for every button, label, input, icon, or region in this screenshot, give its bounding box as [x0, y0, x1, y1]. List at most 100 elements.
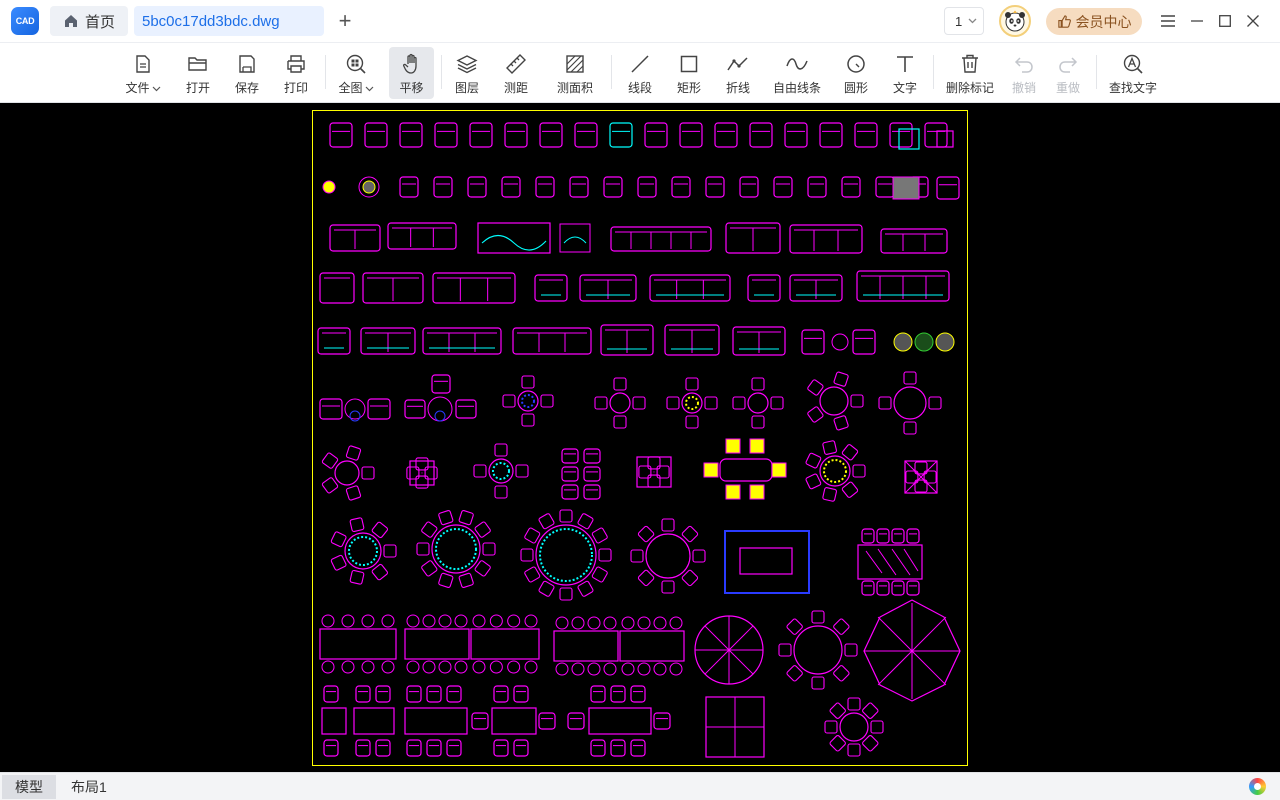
minimize-icon — [1191, 20, 1203, 22]
add-tab-button[interactable]: + — [332, 8, 358, 34]
tool-freehand-label: 自由线条 — [772, 81, 821, 95]
drawing-canvas[interactable] — [0, 103, 1280, 772]
line-icon — [631, 55, 649, 73]
tool-open[interactable]: 打开 — [176, 47, 220, 99]
drawing-border — [312, 110, 968, 766]
tool-measure-distance[interactable]: 测距 — [494, 47, 538, 99]
tab-model-label: 模型 — [15, 779, 43, 795]
tool-find-text-label: 查找文字 — [1108, 81, 1157, 95]
tool-redo-label: 重做 — [1055, 81, 1080, 95]
tool-delete-markup-label: 删除标记 — [945, 81, 994, 95]
chevron-down-icon — [365, 86, 373, 92]
tool-rectangle-label: 矩形 — [676, 81, 701, 95]
toolbar-divider — [933, 55, 934, 89]
tool-redo[interactable]: 重做 — [1046, 47, 1090, 99]
tab-current-file[interactable]: 5bc0c17dd3bdc.dwg — [134, 6, 324, 36]
tool-file-label: 文件 — [125, 81, 150, 95]
tab-layout1[interactable]: 布局1 — [58, 775, 120, 799]
ruler-icon — [506, 54, 526, 74]
layers-icon — [456, 55, 478, 74]
tool-line-label: 线段 — [627, 81, 652, 95]
tool-circle-label: 圆形 — [843, 81, 868, 95]
vip-center-button[interactable]: 会员中心 — [1046, 8, 1142, 35]
color-wheel-icon[interactable] — [1249, 778, 1266, 795]
tab-layout1-label: 布局1 — [71, 779, 107, 795]
menu-button[interactable] — [1155, 8, 1181, 34]
tool-polyline[interactable]: 折线 — [716, 47, 760, 99]
tool-find-text[interactable]: 查找文字 — [1104, 47, 1162, 99]
chevron-down-icon — [968, 18, 977, 24]
close-icon — [1247, 15, 1259, 27]
close-button[interactable] — [1240, 8, 1266, 34]
tool-save[interactable]: 保存 — [225, 47, 269, 99]
tool-measure-area-label: 测面积 — [556, 81, 593, 95]
tool-save-label: 保存 — [234, 81, 259, 95]
tab-home-label: 首页 — [84, 13, 115, 31]
tab-file-label: 5bc0c17dd3bdc.dwg — [142, 12, 280, 30]
toolbar-divider — [1096, 55, 1097, 89]
maximize-icon — [1219, 15, 1231, 27]
page-number: 1 — [955, 13, 963, 29]
freehand-icon — [786, 58, 808, 70]
file-icon — [136, 55, 150, 73]
polyline-icon — [727, 57, 748, 71]
trash-icon — [962, 54, 978, 73]
tool-layers-label: 图层 — [454, 81, 479, 95]
minimize-button[interactable] — [1184, 8, 1210, 34]
tool-print[interactable]: 打印 — [274, 47, 318, 99]
tool-text-label: 文字 — [892, 81, 917, 95]
home-icon — [64, 15, 77, 27]
undo-icon — [1014, 57, 1033, 73]
plus-icon: + — [338, 8, 352, 33]
toolbar-divider — [325, 55, 326, 89]
tool-line[interactable]: 线段 — [618, 47, 662, 99]
app-logo: CAD — [11, 7, 39, 35]
text-icon — [897, 56, 913, 72]
thumbs-up-icon — [1057, 15, 1071, 28]
circle-icon — [847, 55, 865, 73]
zoom-extents-icon — [346, 54, 366, 74]
area-icon — [566, 55, 584, 73]
panda-avatar-icon — [1005, 10, 1025, 32]
tab-model[interactable]: 模型 — [2, 775, 56, 799]
cad-drawing[interactable] — [0, 103, 1280, 772]
tool-undo-label: 撤销 — [1011, 81, 1036, 95]
title-bar: CAD 首页 5bc0c17dd3bdc.dwg + 1 会员中心 — [0, 0, 1280, 42]
redo-icon — [1059, 57, 1078, 73]
tool-undo[interactable]: 撤销 — [1002, 47, 1046, 99]
tool-print-label: 打印 — [283, 81, 308, 95]
hand-pan-icon — [402, 53, 417, 74]
tool-rectangle[interactable]: 矩形 — [667, 47, 711, 99]
find-text-icon — [1123, 54, 1143, 74]
toolbar-divider — [611, 55, 612, 89]
folder-icon — [188, 57, 207, 71]
furniture-blocks — [317, 122, 961, 758]
tool-zoom-extents-label: 全图 — [338, 81, 363, 95]
printer-icon — [287, 55, 305, 73]
page-select[interactable]: 1 — [944, 7, 984, 35]
tool-circle[interactable]: 圆形 — [834, 47, 878, 99]
tab-home[interactable]: 首页 — [50, 6, 128, 36]
tool-pan[interactable]: 平移 — [389, 47, 434, 99]
tool-pan-label: 平移 — [399, 81, 424, 95]
tool-measure-distance-label: 测距 — [503, 81, 528, 95]
tool-text[interactable]: 文字 — [883, 47, 927, 99]
maximize-button[interactable] — [1212, 8, 1238, 34]
toolbar-divider — [441, 55, 442, 89]
hamburger-menu-icon — [1161, 15, 1175, 27]
tool-polyline-label: 折线 — [725, 81, 750, 95]
tool-zoom-extents[interactable]: 全图 — [332, 47, 380, 99]
toolbar: 文件 打开 保存 打印 全图 平移 图层 测距 测面积 线段 矩形 折线 自由线… — [0, 42, 1280, 103]
tool-delete-markup[interactable]: 删除标记 — [942, 47, 998, 99]
rectangle-icon — [680, 55, 698, 73]
chevron-down-icon — [152, 86, 160, 92]
tool-open-label: 打开 — [185, 81, 210, 95]
user-avatar[interactable] — [999, 5, 1031, 37]
tool-file[interactable]: 文件 — [118, 47, 168, 99]
tool-layers[interactable]: 图层 — [445, 47, 489, 99]
save-icon — [239, 55, 255, 73]
tool-freehand[interactable]: 自由线条 — [767, 47, 827, 99]
tool-measure-area[interactable]: 测面积 — [548, 47, 602, 99]
layout-tab-bar: 模型 布局1 — [0, 772, 1280, 800]
vip-center-label: 会员中心 — [1075, 13, 1132, 30]
